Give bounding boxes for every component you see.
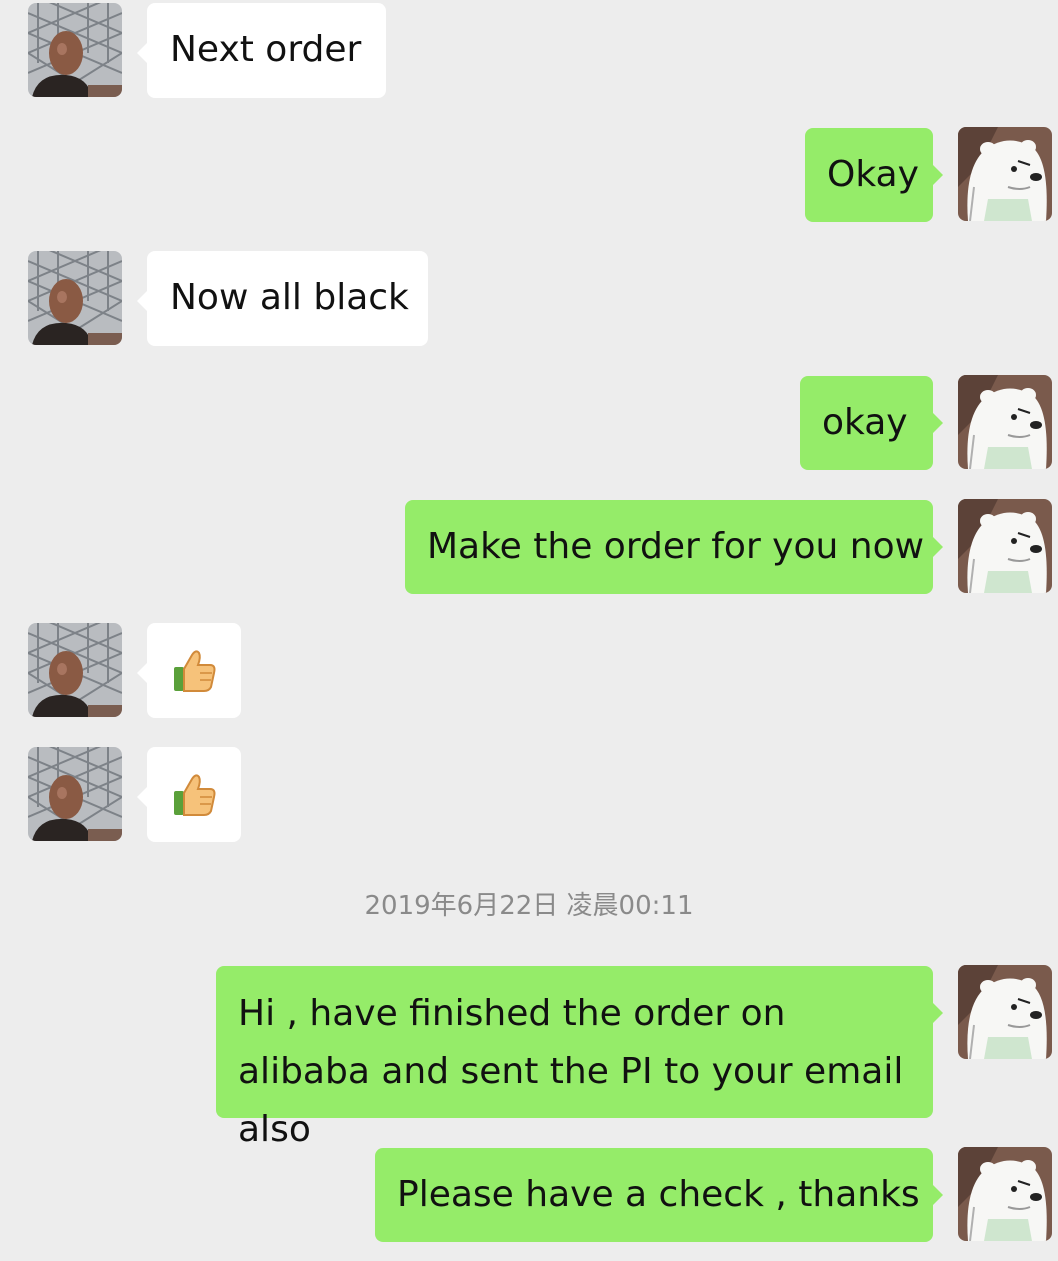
self-avatar[interactable]: [958, 1147, 1052, 1241]
message-bubble-incoming[interactable]: Now all black: [137, 251, 428, 346]
message-text: Please have a check , thanks: [397, 1174, 920, 1215]
self-avatar[interactable]: [958, 499, 1052, 593]
message-bubble-incoming[interactable]: [137, 747, 241, 842]
contact-avatar[interactable]: [28, 251, 122, 345]
man-photo-avatar-icon: [28, 251, 122, 345]
message-text: Make the order for you now: [427, 526, 925, 567]
man-photo-avatar-icon: [28, 747, 122, 841]
man-photo-avatar-icon: [28, 3, 122, 97]
contact-avatar[interactable]: [28, 747, 122, 841]
message-bubble-outgoing[interactable]: Please have a check , thanks: [375, 1148, 943, 1242]
self-avatar[interactable]: [958, 965, 1052, 1059]
thumbs-up-icon: [170, 771, 218, 819]
thumbs-up-icon: [170, 647, 218, 695]
polar-bear-avatar-icon: [958, 499, 1052, 593]
self-avatar[interactable]: [958, 375, 1052, 469]
polar-bear-avatar-icon: [958, 375, 1052, 469]
message-text: okay: [822, 402, 908, 443]
timestamp: 2019年6月22日 凌晨00:11: [364, 891, 694, 921]
message-text: Now all black: [170, 277, 409, 318]
message-bubble-outgoing[interactable]: Okay: [805, 128, 943, 222]
message-bubble-incoming[interactable]: Next order: [137, 3, 386, 98]
contact-avatar[interactable]: [28, 3, 122, 97]
contact-avatar[interactable]: [28, 623, 122, 717]
message-text: Okay: [827, 154, 919, 195]
message-text: Next order: [170, 29, 362, 70]
message-bubble-outgoing[interactable]: Make the order for you now: [405, 500, 943, 594]
polar-bear-avatar-icon: [958, 1147, 1052, 1241]
message-bubble-incoming[interactable]: [137, 623, 241, 718]
message-bubble-outgoing[interactable]: okay: [800, 376, 943, 470]
message-text: Hi , have finished the order on alibaba …: [238, 993, 904, 1150]
man-photo-avatar-icon: [28, 623, 122, 717]
self-avatar[interactable]: [958, 127, 1052, 221]
chat-window: Next order Okay Now all black okay Make …: [0, 0, 1058, 1261]
message-bubble-outgoing[interactable]: Hi , have finished the order on alibaba …: [216, 966, 943, 1150]
polar-bear-avatar-icon: [958, 127, 1052, 221]
polar-bear-avatar-icon: [958, 965, 1052, 1059]
